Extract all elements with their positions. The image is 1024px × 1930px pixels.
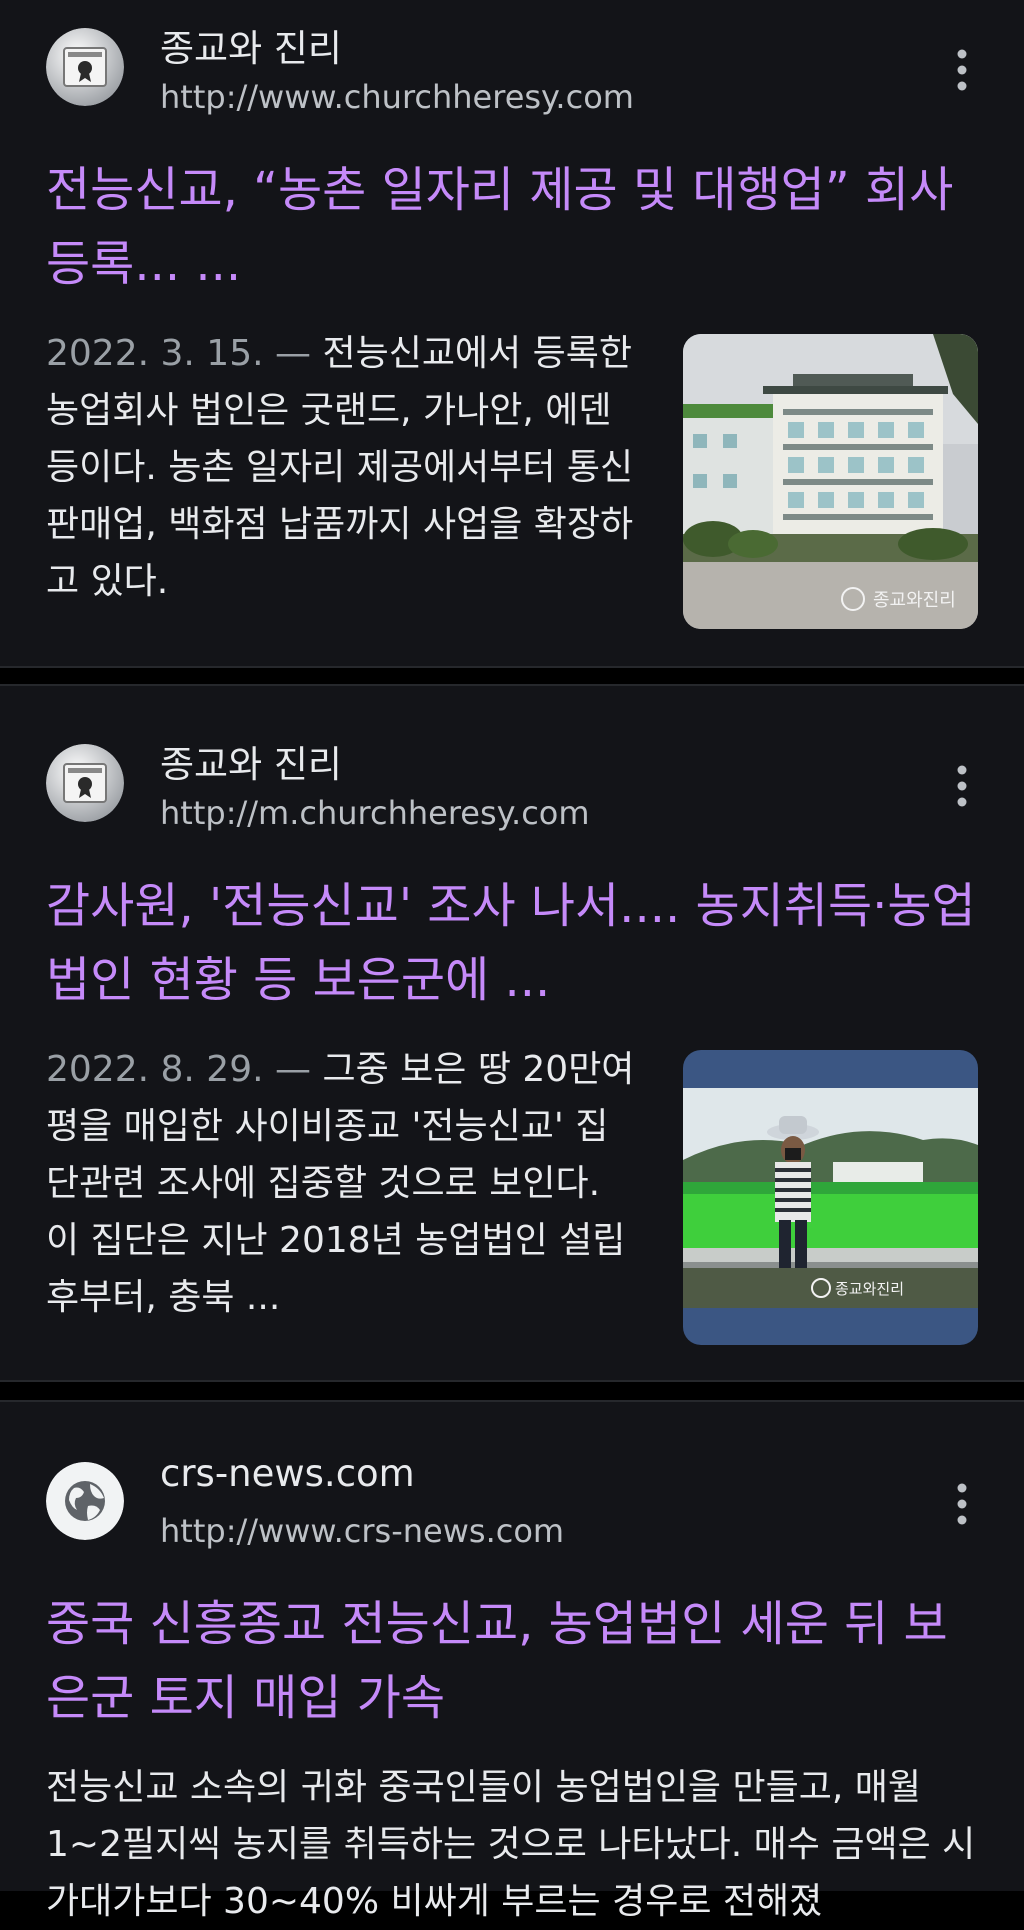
more-options-icon[interactable]: [945, 761, 979, 811]
search-result-card: 종교와 진리 http://www.churchheresy.com 전능신교,…: [0, 0, 1024, 668]
result-title-link[interactable]: 감사원, '전능신교' 조사 나서.... 농지취득·농업법인 현황 등 보은군…: [46, 869, 986, 1017]
globe-icon: [46, 1462, 124, 1540]
search-result-card: crs-news.com http://www.crs-news.com 중국 …: [0, 1400, 1024, 1922]
search-result-card: 종교와 진리 http://m.churchheresy.com 감사원, '전…: [0, 684, 1024, 1382]
site-name: crs-news.com: [160, 1452, 415, 1495]
result-snippet-text: 전능신교 소속의 귀화 중국인들이 농업법인을 만들고, 매월 1~2필지씩 농…: [46, 1767, 976, 1922]
result-snippet: 2022. 8. 29. — 그중 보은 땅 20만여 평을 매입한 사이비종교…: [46, 1041, 636, 1326]
favicon-icon: [46, 28, 124, 106]
result-date: 2022. 3. 15. —: [46, 333, 311, 374]
result-title-link[interactable]: 중국 신흥종교 전능신교, 농업법인 세운 뒤 보은군 토지 매입 가속: [46, 1587, 986, 1735]
site-url[interactable]: http://m.churchheresy.com: [160, 794, 590, 832]
site-name: 종교와 진리: [160, 27, 342, 70]
more-options-icon[interactable]: [945, 1479, 979, 1529]
favicon-icon: [46, 744, 124, 822]
thumbnail-watermark: 종교와진리: [873, 590, 956, 611]
result-thumbnail[interactable]: 종교와진리: [683, 334, 978, 629]
result-title-link[interactable]: 전능신교, “농촌 일자리 제공 및 대행업” 회사 등록... ...: [46, 153, 986, 301]
result-snippet: 전능신교 소속의 귀화 중국인들이 농업법인을 만들고, 매월 1~2필지씩 농…: [46, 1759, 986, 1930]
thumbnail-watermark: 종교와진리: [835, 1280, 904, 1298]
site-url[interactable]: http://www.churchheresy.com: [160, 78, 634, 116]
site-name: 종교와 진리: [160, 743, 342, 786]
result-snippet: 2022. 3. 15. — 전능신교에서 등록한 농업회사 법인은 굿랜드, …: [46, 325, 636, 610]
result-thumbnail[interactable]: 종교와진리: [683, 1050, 978, 1345]
site-url[interactable]: http://www.crs-news.com: [160, 1512, 564, 1550]
more-options-icon[interactable]: [945, 45, 979, 95]
result-date: 2022. 8. 29. —: [46, 1049, 311, 1090]
